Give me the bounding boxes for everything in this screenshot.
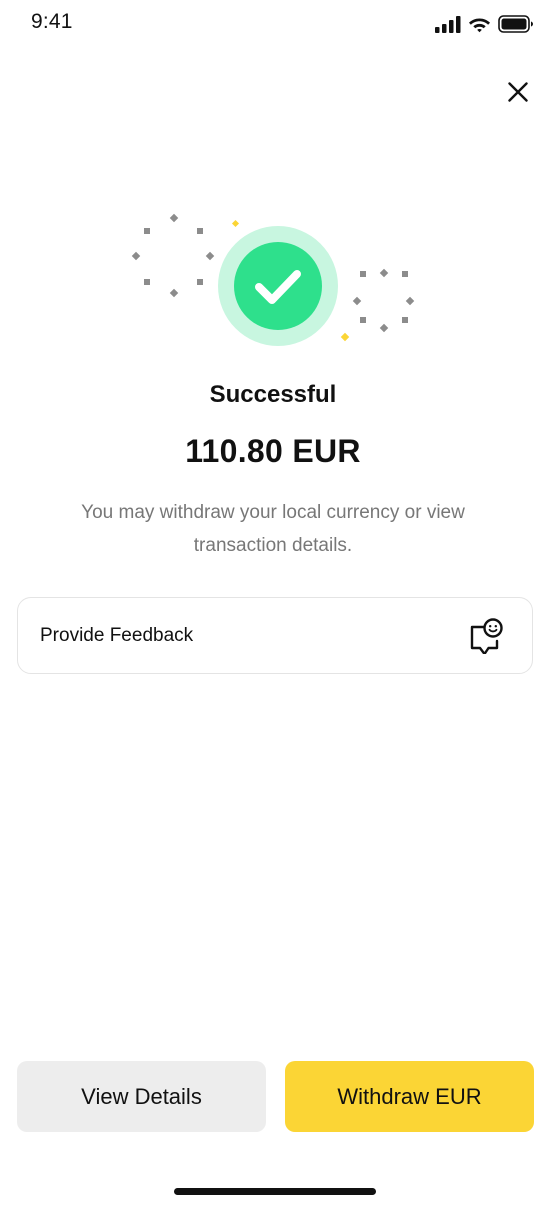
status-icons — [435, 15, 534, 33]
battery-icon — [498, 15, 533, 33]
wifi-icon — [469, 18, 490, 32]
close-icon — [508, 82, 528, 102]
status-title: Successful — [209, 381, 337, 408]
provide-feedback-card[interactable]: Provide Feedback — [17, 597, 533, 674]
status-time: 9:41 — [31, 10, 73, 33]
view-details-button[interactable]: View Details — [17, 1061, 266, 1132]
feedback-chat-smile-icon — [470, 618, 503, 654]
provide-feedback-label: Provide Feedback — [40, 625, 194, 646]
cellular-signal-icon — [435, 15, 461, 33]
status-description: You may withdraw your local currency or … — [81, 502, 465, 556]
close-button[interactable] — [503, 77, 533, 107]
transaction-amount: 110.80 EUR — [185, 433, 361, 469]
withdraw-eur-button[interactable]: Withdraw EUR — [285, 1061, 534, 1132]
home-indicator — [174, 1188, 376, 1195]
status-bar: 9:41 — [0, 0, 546, 50]
success-check-icon — [131, 213, 415, 346]
success-illustration — [128, 210, 423, 350]
